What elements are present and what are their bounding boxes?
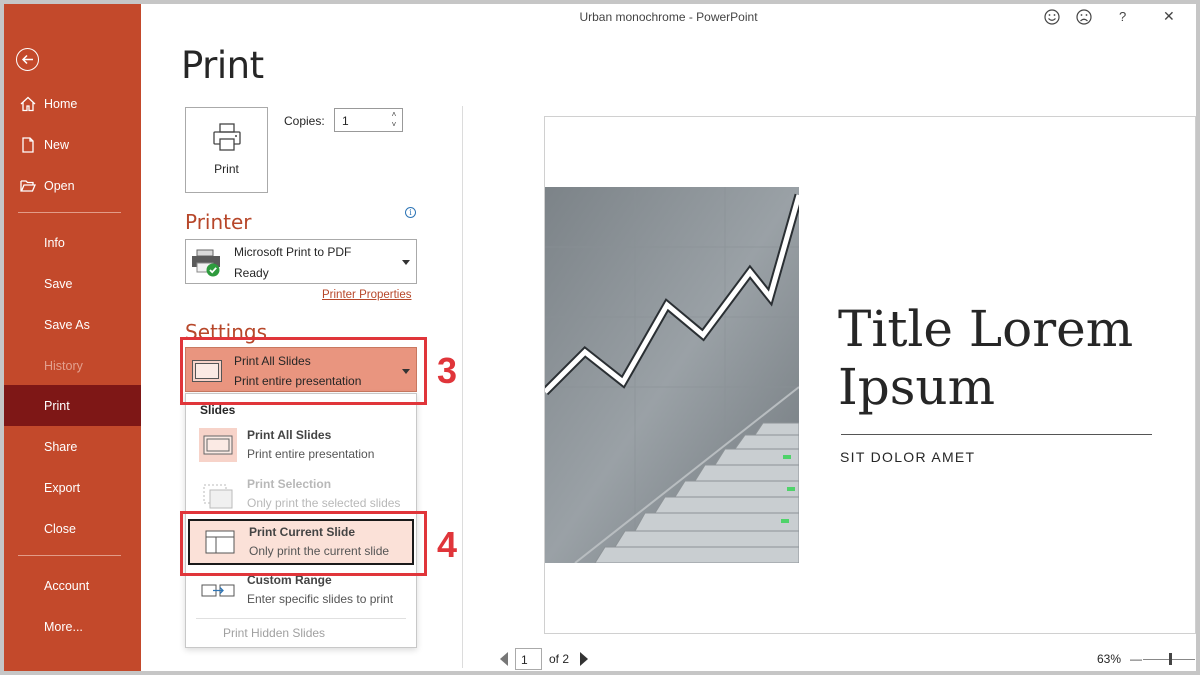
sidebar-divider [18, 212, 121, 213]
previous-page-icon[interactable] [500, 652, 508, 666]
printer-ready-icon [192, 249, 220, 277]
panel-divider [462, 106, 463, 668]
help-icon[interactable]: ? [1119, 9, 1137, 27]
menu-item-title: Print Selection [247, 477, 332, 491]
menu-heading: Slides [200, 403, 236, 417]
slide-title: Title Lorem Ipsum [838, 300, 1134, 416]
annotation-box-step3 [180, 337, 427, 405]
chevron-down-icon [402, 260, 410, 265]
sidebar-item-label: Share [44, 439, 78, 454]
menu-item-title: Print All Slides [247, 428, 332, 442]
slide-title-rule [841, 434, 1152, 435]
copies-value: 1 [342, 114, 349, 128]
printer-properties-link[interactable]: Printer Properties [322, 289, 411, 301]
copies-stepper[interactable]: ˄ ˅ [388, 110, 400, 130]
frown-icon[interactable] [1075, 8, 1093, 26]
sidebar-item-share[interactable]: Share [4, 426, 141, 467]
zoom-out-icon[interactable]: — [1130, 652, 1142, 666]
annotation-step3: 3 [437, 350, 458, 391]
printer-icon [213, 123, 241, 151]
printer-name: Microsoft Print to PDF [234, 245, 352, 259]
copies-label: Copies: [284, 114, 325, 128]
printer-dropdown[interactable]: Microsoft Print to PDF Ready [185, 239, 417, 284]
slide-image [545, 187, 799, 563]
sidebar-item-save-as[interactable]: Save As [4, 304, 141, 345]
sidebar-item-open[interactable]: Open [4, 165, 141, 206]
home-icon [20, 96, 36, 112]
sidebar-divider [18, 555, 121, 556]
smile-icon[interactable] [1043, 8, 1061, 26]
copies-input[interactable]: 1 ˄ ˅ [334, 108, 403, 132]
sidebar-item-label: Save [44, 276, 73, 291]
sidebar-item-close[interactable]: Close [4, 508, 141, 549]
sidebar-item-save[interactable]: Save [4, 263, 141, 304]
sidebar-item-export[interactable]: Export [4, 467, 141, 508]
page-count: of 2 [549, 652, 570, 666]
sidebar-item-label: Account [44, 578, 90, 593]
new-file-icon [22, 137, 34, 153]
sidebar-item-info[interactable]: Info [4, 222, 141, 263]
menu-item-desc: Only print the selected slides [247, 496, 401, 510]
sidebar-item-label: More... [44, 619, 83, 634]
slide-subtitle: SIT DOLOR AMET [840, 449, 976, 465]
title-bar: Urban monochrome - PowerPoint ? ✕ [141, 4, 1196, 30]
menu-divider [196, 618, 406, 619]
sidebar-item-label: Info [44, 235, 65, 250]
menu-item-print-all-slides[interactable]: Print All Slides Print entire presentati… [186, 422, 416, 468]
annotation-step4: 4 [437, 524, 458, 565]
window-title: Urban monochrome - PowerPoint [579, 10, 758, 24]
sidebar-item-label: Save As [44, 317, 90, 332]
sidebar-item-new[interactable]: New [4, 124, 141, 165]
menu-item-print-hidden-slides: Print Hidden Slides [223, 626, 326, 640]
sidebar-item-label: Export [44, 480, 81, 495]
backstage-sidebar: Home New Open Info Save Save As History … [4, 4, 141, 671]
info-icon[interactable]: i [405, 207, 416, 218]
custom-range-icon [201, 584, 235, 597]
menu-item-desc: Print entire presentation [247, 447, 375, 461]
sidebar-item-print[interactable]: Print [4, 385, 141, 426]
sidebar-item-label: Close [44, 521, 76, 536]
annotation-box-step4 [180, 511, 427, 576]
menu-item-desc: Enter specific slides to print [247, 592, 394, 606]
printer-status: Ready [234, 266, 269, 280]
sidebar-item-label: History [44, 358, 83, 373]
folder-open-icon [20, 180, 36, 192]
all-slides-icon [199, 428, 237, 462]
page-title: Print [181, 44, 264, 87]
stepper-up-icon[interactable]: ˄ [388, 110, 400, 120]
sidebar-item-label: Open [44, 178, 75, 193]
sidebar-item-label: Home [44, 96, 78, 111]
sidebar-item-account[interactable]: Account [4, 565, 141, 606]
close-icon[interactable]: ✕ [1163, 8, 1181, 26]
back-arrow-icon[interactable] [16, 48, 39, 71]
sidebar-item-history: History [4, 345, 141, 386]
sidebar-item-home[interactable]: Home [4, 83, 141, 124]
print-button-label: Print [214, 162, 239, 176]
zoom-slider-thumb[interactable] [1169, 653, 1173, 665]
printer-heading: Printer [185, 210, 252, 234]
print-button[interactable]: Print [185, 107, 268, 193]
page-number-input[interactable]: 1 [515, 648, 542, 670]
sidebar-item-label: Print [44, 398, 70, 413]
stepper-down-icon[interactable]: ˅ [388, 120, 400, 130]
selection-icon [203, 484, 233, 509]
next-page-icon[interactable] [580, 652, 588, 666]
zoom-level: 63% [1097, 652, 1122, 666]
sidebar-item-more[interactable]: More... [4, 606, 141, 647]
sidebar-item-label: New [44, 137, 70, 152]
